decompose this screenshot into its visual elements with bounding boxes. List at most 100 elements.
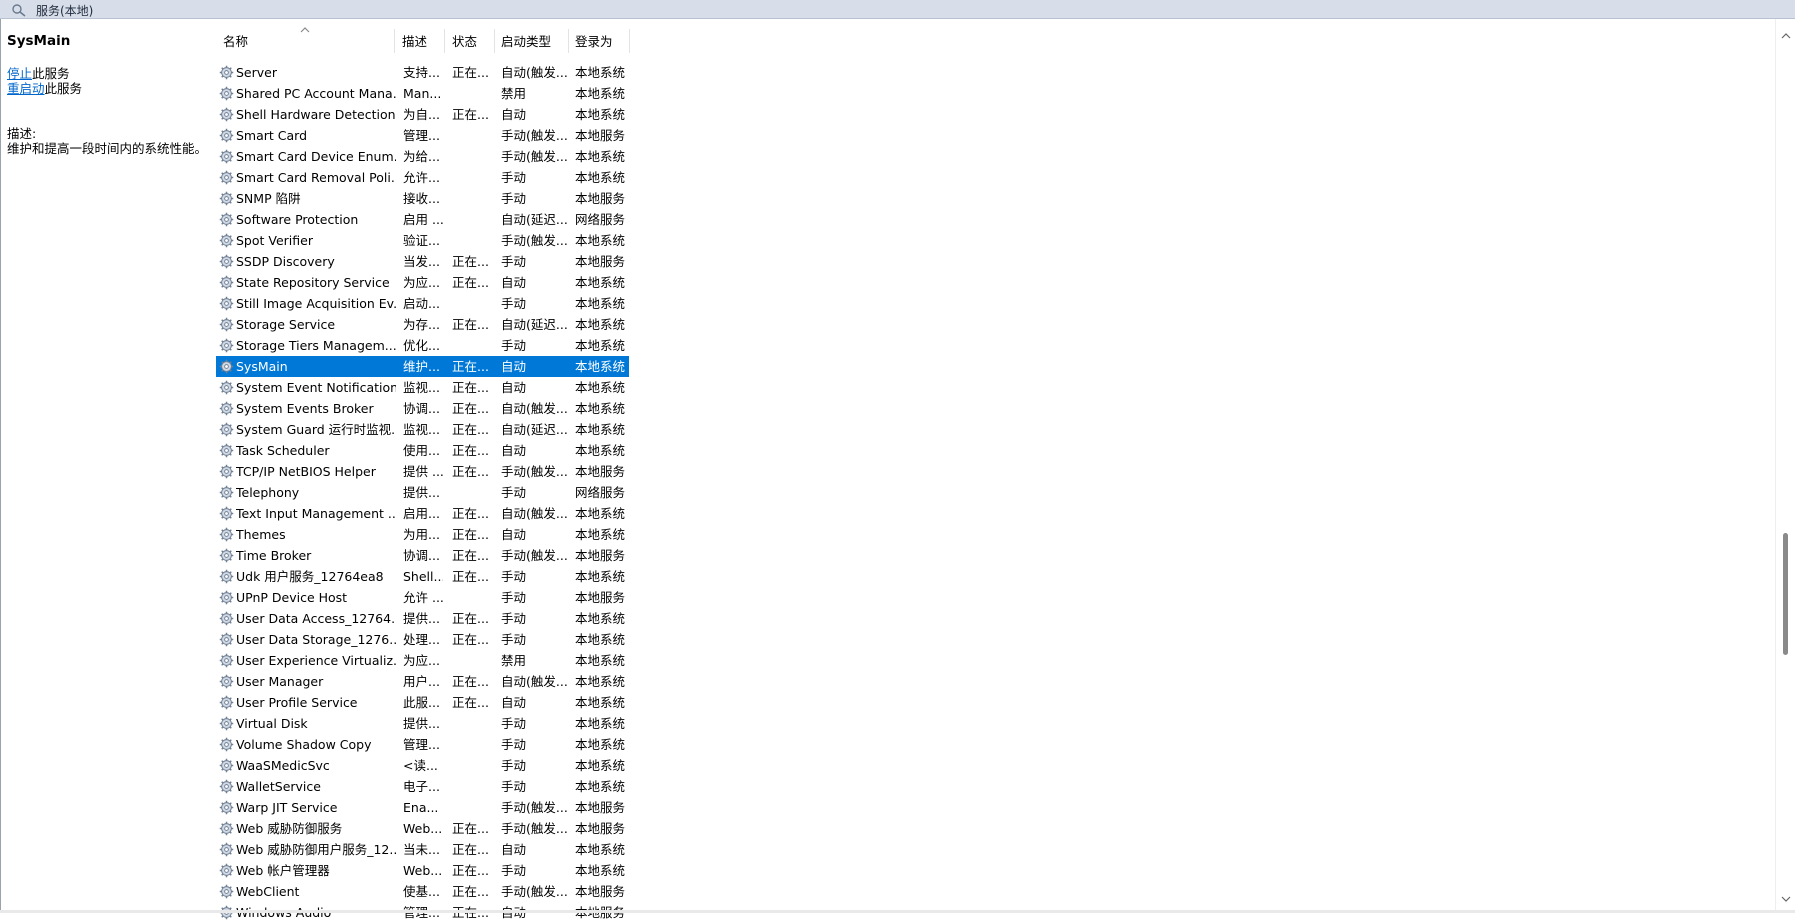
service-name: Web 威胁防御用户服务_12... [236,842,396,857]
table-row[interactable]: Themes 为用... 正在... 自动 本地系统 [216,524,629,545]
service-logon-as: 本地系统 [575,695,626,710]
service-logon-as: 本地服务 [575,128,626,143]
service-status [452,713,494,734]
table-row[interactable]: Shared PC Account Mana... Man... 禁用 本地系统 [216,83,629,104]
service-startup-type: 手动 [501,737,527,752]
column-header-startup-type[interactable]: 启动类型 [495,30,568,53]
service-gear-icon [219,377,235,398]
table-row[interactable]: Smart Card 管理... 手动(触发... 本地服务 [216,125,629,146]
table-row[interactable]: Server 支持... 正在... 自动(触发... 本地系统 [216,62,629,83]
service-name: Storage Service [236,317,336,332]
service-name: Task Scheduler [236,443,330,458]
service-startup-type: 手动 [501,296,527,311]
service-startup-type: 手动 [501,611,527,626]
service-startup-type: 手动(触发... [501,464,568,479]
service-logon-as: 本地系统 [575,422,626,437]
column-header-status[interactable]: 状态 [445,30,494,53]
table-row[interactable]: Warp JIT Service Ena... 手动(触发... 本地服务 [216,797,629,818]
service-status: 正在... [452,380,489,395]
services-icon [12,4,26,17]
service-logon-as: 本地服务 [575,254,626,269]
column-header-description[interactable]: 描述 [395,30,444,53]
table-row[interactable]: Software Protection 启用 ... 自动(延迟... 网络服务 [216,209,629,230]
table-row[interactable]: Volume Shadow Copy 管理... 手动 本地系统 [216,734,629,755]
service-gear-icon [219,692,235,713]
service-logon-as: 本地系统 [575,569,626,584]
table-row[interactable]: Task Scheduler 使用... 正在... 自动 本地系统 [216,440,629,461]
service-status: 正在... [452,632,489,647]
table-row[interactable]: Telephony 提供... 手动 网络服务 [216,482,629,503]
service-gear-icon [219,503,235,524]
table-row[interactable]: WalletService 电子... 手动 本地系统 [216,776,629,797]
table-row[interactable]: Web 威胁防御用户服务_12... 当未... 正在... 自动 本地系统 [216,839,629,860]
service-startup-type: 手动(触发... [501,821,568,836]
table-row[interactable]: Shell Hardware Detection 为自... 正在... 自动 本地系统 [216,104,629,125]
scrollbar-thumb[interactable] [1783,533,1788,655]
table-row[interactable]: Web 帐户管理器 Web... 正在... 手动 本地系统 [216,860,629,881]
scroll-down-arrow-icon[interactable] [1781,895,1791,903]
service-status: 正在... [452,527,489,542]
table-row[interactable]: Storage Service 为存... 正在... 自动(延迟... 本地系统 [216,314,629,335]
service-logon-as: 本地系统 [575,653,626,668]
service-logon-as: 本地系统 [575,233,626,248]
service-logon-as: 本地系统 [575,779,626,794]
table-row[interactable]: User Experience Virtualiz... 为应... 禁用 本地系统 [216,650,629,671]
service-gear-icon [219,482,235,503]
table-row[interactable]: SNMP 陷阱 接收... 手动 本地服务 [216,188,629,209]
table-row[interactable]: Storage Tiers Managem... 优化... 手动 本地系统 [216,335,629,356]
vertical-scrollbar[interactable] [1775,19,1795,913]
table-row[interactable]: User Data Storage_1276... 处理... 正在... 手动 本地系… [216,629,629,650]
table-row[interactable]: State Repository Service 为应... 正在... 自动 本地系统 [216,272,629,293]
service-gear-icon [219,440,235,461]
table-row[interactable]: Time Broker 协调... 正在... 手动(触发... 本地服务 [216,545,629,566]
table-row[interactable]: Virtual Disk 提供... 手动 本地系统 [216,713,629,734]
service-logon-as: 本地服务 [575,548,626,563]
table-row[interactable]: WebClient 使基... 正在... 手动(触发... 本地服务 [216,881,629,902]
service-status: 正在... [452,401,489,416]
service-status [452,188,494,209]
title-bar: 服务(本地) [0,0,1795,19]
table-row[interactable]: UPnP Device Host 允许 ... 手动 本地服务 [216,587,629,608]
table-row[interactable]: User Data Access_12764... 提供... 正在... 手动 本地系… [216,608,629,629]
table-row[interactable]: System Guard 运行时监视... 监视... 正在... 自动(延迟... 本… [216,419,629,440]
service-gear-icon [219,839,235,860]
table-row[interactable]: WaaSMedicSvc <读... 手动 本地系统 [216,755,629,776]
service-name: Web 威胁防御服务 [236,821,343,836]
restart-service-link[interactable]: 重启动 [7,81,45,96]
column-separator[interactable] [629,29,630,53]
table-row[interactable]: Spot Verifier 验证... 手动(触发... 本地系统 [216,230,629,251]
service-startup-type: 自动(触发... [501,65,568,80]
table-row[interactable]: SysMain 维护... 正在... 自动 本地系统 [216,356,629,377]
table-row[interactable]: Smart Card Removal Poli... 允许... 手动 本地系统 [216,167,629,188]
table-row[interactable]: Smart Card Device Enum... 为给... 手动(触发... 本地… [216,146,629,167]
service-name: Smart Card [236,128,308,143]
service-startup-type: 禁用 [501,653,527,668]
table-row[interactable]: System Event Notification... 监视... 正在... 自动… [216,377,629,398]
service-description: 管理... [403,128,440,143]
column-header-logon-as[interactable]: 登录为 [569,30,629,53]
table-row[interactable]: System Events Broker 协调... 正在... 自动(触发... 本地… [216,398,629,419]
service-gear-icon [219,272,235,293]
service-description: 监视... [403,380,440,395]
service-startup-type: 自动 [501,443,527,458]
table-row[interactable]: TCP/IP NetBIOS Helper 提供 ... 正在... 手动(触发...… [216,461,629,482]
service-logon-as: 本地系统 [575,359,626,374]
table-row[interactable]: User Manager 用户... 正在... 自动(触发... 本地系统 [216,671,629,692]
service-name: Still Image Acquisition Ev... [236,296,396,311]
service-description: 为用... [403,527,440,542]
table-row[interactable]: Udk 用户服务_12764ea8 Shell... 正在... 手动 本地系统 [216,566,629,587]
service-description: 协调... [403,548,440,563]
service-status: 正在... [452,611,489,626]
table-row[interactable]: Text Input Management ... 启用... 正在... 自动(触发… [216,503,629,524]
service-name: WalletService [236,779,321,794]
service-startup-type: 手动 [501,863,527,878]
table-row[interactable]: SSDP Discovery 当发... 正在... 手动 本地服务 [216,251,629,272]
service-startup-type: 手动 [501,590,527,605]
service-startup-type: 手动 [501,758,527,773]
scroll-up-arrow-icon[interactable] [1781,32,1791,40]
service-name: System Events Broker [236,401,374,416]
table-row[interactable]: Web 威胁防御服务 Web... 正在... 手动(触发... 本地服务 [216,818,629,839]
service-description: 允许... [403,170,440,185]
table-row[interactable]: User Profile Service 此服... 正在... 自动 本地系统 [216,692,629,713]
table-row[interactable]: Still Image Acquisition Ev... 启动... 手动 本地系统 [216,293,629,314]
